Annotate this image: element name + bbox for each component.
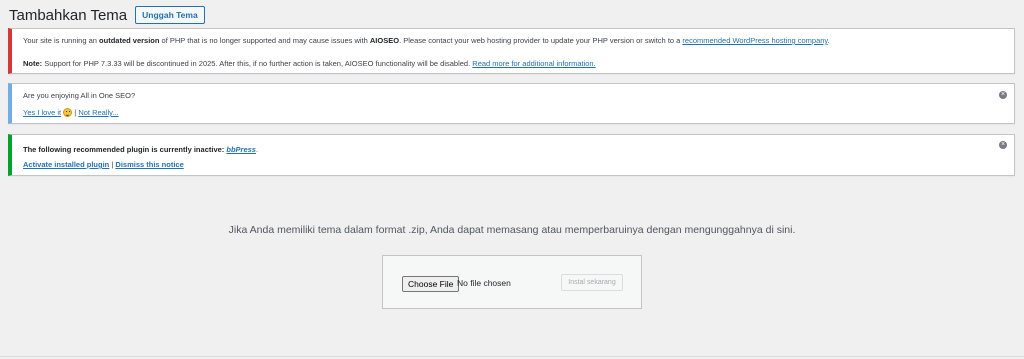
close-icon[interactable]: ×	[999, 91, 1007, 99]
aioseo-feedback-notice: Are you enjoying All in One SEO? Yes I l…	[8, 83, 1015, 124]
hosting-company-link[interactable]: recommended WordPress hosting company	[682, 36, 827, 45]
php-notice-bold: outdated version	[99, 36, 160, 45]
activate-plugin-link[interactable]: Activate installed plugin	[23, 160, 109, 169]
file-status-text: No file chosen	[457, 278, 511, 288]
php-notice-text-2: of PHP that is no longer supported and m…	[159, 36, 370, 45]
close-icon[interactable]: ×	[999, 141, 1007, 149]
plugin-notice-period: .	[255, 145, 259, 154]
install-now-button[interactable]: Instal sekarang	[561, 274, 623, 291]
link-separator: |	[74, 108, 77, 117]
plugin-inactive-text: The following recommended plugin is curr…	[23, 145, 227, 154]
page-header: Tambahkan Tema Unggah Tema	[9, 6, 205, 24]
aioseo-question: Are you enjoying All in One SEO?	[23, 91, 136, 100]
recommended-plugin-notice: The following recommended plugin is curr…	[8, 134, 1015, 176]
php-notice-text: Your site is running an	[23, 36, 100, 45]
footer-divider	[0, 356, 1024, 357]
php-notice-period: .	[827, 36, 830, 45]
read-more-link[interactable]: Read more for additional information.	[472, 59, 595, 68]
php-outdated-notice: Your site is running an outdated version…	[8, 28, 1015, 74]
plugin-notice-text: The following recommended plugin is curr…	[23, 145, 258, 154]
upload-form: Choose File No file chosen Instal sekara…	[382, 255, 642, 309]
php-support-text: Support for PHP 7.3.33 will be discontin…	[42, 59, 473, 68]
aioseo-feedback-links: Yes I love it | Not Really...	[23, 108, 119, 117]
php-notice-text-3: . Please contact your web hosting provid…	[399, 36, 683, 45]
php-notice-line-1: Your site is running an outdated version…	[23, 36, 830, 45]
plugin-notice-actions: Activate installed plugin | Dismiss this…	[23, 160, 184, 169]
link-separator: |	[111, 160, 114, 169]
upload-instructions: Jika Anda memiliki tema dalam format .zi…	[228, 224, 796, 236]
yes-love-it-link[interactable]: Yes I love it	[23, 108, 61, 117]
dismiss-notice-link[interactable]: Dismiss this notice	[115, 160, 183, 169]
smile-emoji-icon	[63, 108, 73, 117]
php-notice-line-2: Note: Support for PHP 7.3.33 will be dis…	[23, 59, 596, 68]
not-really-link[interactable]: Not Really...	[78, 108, 118, 117]
upload-theme-button[interactable]: Unggah Tema	[135, 6, 205, 24]
choose-file-button[interactable]: Choose File	[402, 276, 460, 292]
page-title: Tambahkan Tema	[9, 6, 128, 24]
php-notice-bold-2: AIOSEO	[369, 36, 400, 45]
bbpress-link[interactable]: bbPress	[226, 145, 256, 154]
note-label: Note:	[23, 59, 43, 68]
